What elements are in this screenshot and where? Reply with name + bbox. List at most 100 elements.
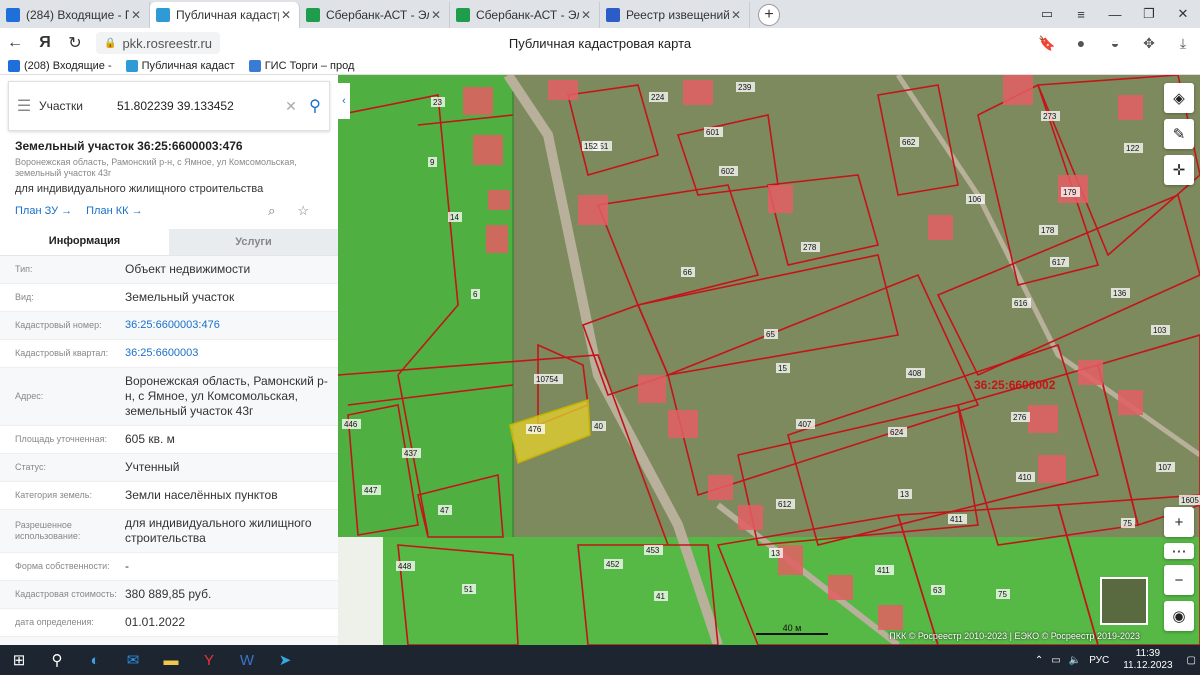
parcel-number-label: 224 [651,93,665,102]
search-input[interactable]: 51.802239 39.133452 [109,99,281,113]
parcel-number-label: 1605 [1181,496,1199,505]
clear-search-icon[interactable]: ✕ [281,98,301,115]
tab-services[interactable]: Услуги [169,229,338,255]
tab-actions-icon[interactable]: ▭ [1030,6,1064,22]
close-tab-icon[interactable]: ✕ [279,8,293,22]
browser-tab[interactable]: Сбербанк-АСТ - Электрон✕ [450,2,600,28]
zoom-in-button[interactable]: + [1164,507,1194,537]
volume-icon[interactable]: 🔈 [1069,655,1081,666]
browser-tab[interactable]: Публичная кадастрова✕ [150,2,300,28]
attribute-value[interactable]: 36:25:6600003:476 [125,318,338,333]
browser-tab[interactable]: Реестр извещений ✕ [600,2,750,28]
parcel-number-label: 447 [364,486,378,495]
parcel-number-label: 65 [766,330,775,339]
file-explorer-icon[interactable]: ▬ [152,645,190,675]
clock[interactable]: 11:39 11.12.2023 [1123,648,1172,672]
menu-burger-icon[interactable]: ☰ [9,96,39,116]
downloads-icon[interactable]: ⤓ [1166,35,1200,52]
tray-chevron-icon[interactable]: ⌃ [1035,655,1043,666]
browser-tab[interactable]: (284) Входящие - Почта М✕ [0,2,150,28]
search-on-map-icon[interactable]: ⌕ [268,203,275,219]
map-canvas[interactable]: 36:25:6600002 23914615656627627810613661… [338,75,1200,645]
parcel-number-label: 23 [433,98,442,107]
attribute-key: Разрешенное использование: [15,520,81,541]
more-options-icon[interactable]: ⋯ [1164,543,1194,560]
plan-zu-link[interactable]: План ЗУ → [15,205,72,217]
parcel-number-label: 446 [344,420,358,429]
attribute-row: Разрешенное использование: для индивидуал… [0,510,338,553]
yandex-browser-icon[interactable]: Y [190,645,228,675]
windows-taskbar: ⊞ ⚲ ◐ ✉ ▬ Y W ➤ ⌃ ▭ 🔈 РУС 11:39 11.12.20… [0,645,1200,675]
minimize-icon[interactable]: — [1098,7,1132,22]
close-tab-icon[interactable]: ✕ [429,8,443,22]
browser-tab[interactable]: Сбербанк-АСТ - Электрон✕ [300,2,450,28]
close-tab-icon[interactable]: ✕ [129,8,143,22]
parcel-number-label: 411 [950,515,963,524]
reload-icon[interactable]: ↻ [60,33,90,53]
tab-favicon-icon [156,8,170,22]
parcel-number-label: 66 [683,268,692,277]
attribute-row: Площадь уточненная: 605 кв. м [0,426,338,454]
basemap-switcher[interactable] [1100,577,1148,625]
parcel-number-label: 407 [798,420,812,429]
plan-kk-link[interactable]: План КК → [86,205,142,217]
bookmark-label: ГИС Торги – прод [264,60,355,72]
bookmark-item[interactable]: (208) Входящие - [8,60,112,72]
close-window-icon[interactable]: ✕ [1166,6,1200,22]
parcel-number-label: 602 [721,167,735,176]
protect-icon[interactable]: ◒ [1098,35,1132,51]
parcel-number-label: 14 [450,213,459,222]
search-icon[interactable]: ⚲ [301,96,329,116]
tab-label: Сбербанк-АСТ - Электрон [326,8,429,22]
windows-start-icon[interactable]: ⊞ [0,645,38,675]
attribute-key: Адрес: [15,391,44,401]
measure-ruler-icon[interactable]: ✎ [1164,119,1194,149]
yandex-icon[interactable]: Я [30,34,60,52]
close-tab-icon[interactable]: ✕ [729,8,743,22]
network-icon[interactable]: ▭ [1051,655,1060,666]
telegram-icon[interactable]: ➤ [266,645,304,675]
extensions-icon[interactable]: ✥ [1132,35,1166,52]
layers-icon[interactable]: ◈ [1164,83,1194,113]
parcel-number-label: 6 [473,290,478,299]
outlook-icon[interactable]: ✉ [114,645,152,675]
collapse-panel-button[interactable]: ‹ [338,83,350,119]
zoom-out-button[interactable]: − [1164,565,1194,595]
menu-icon[interactable]: ≡ [1064,7,1098,22]
new-tab-button[interactable]: + [758,4,780,26]
language-indicator[interactable]: РУС [1089,655,1109,666]
parcel-number-label: 106 [968,195,982,204]
maximize-icon[interactable]: ❐ [1132,6,1166,22]
tab-favicon-icon [306,8,320,22]
word-icon[interactable]: W [228,645,266,675]
attribute-key: Категория земель: [15,490,92,500]
parcel-number-label: 103 [1153,326,1167,335]
tab-favicon-icon [6,8,20,22]
favorite-star-icon[interactable]: ☆ [297,203,309,219]
parcel-number-label: 152 [584,142,598,151]
search-type-select[interactable]: Участки [39,99,109,113]
parcel-number-label: 179 [1063,188,1077,197]
url-field[interactable]: 🔒 pkk.rosreestr.ru [96,32,221,54]
edge-icon[interactable]: ◐ [76,645,114,675]
address-bar: ← Я ↻ 🔒 pkk.rosreestr.ru Публичная кадаст… [0,28,1200,58]
extension-icon[interactable]: ● [1064,35,1098,51]
parcel-number-label: 75 [1123,519,1132,528]
compass-icon[interactable]: ◉ [1164,601,1194,631]
map-zoom-controls: + ⋯ − ◉ [1164,507,1194,631]
url-text: pkk.rosreestr.ru [122,35,213,51]
locate-point-icon[interactable]: ✛ [1164,155,1194,185]
bookmark-icon[interactable]: 🔖 [1030,35,1064,52]
notifications-icon[interactable]: ▢ [1187,655,1196,666]
attribute-value: Воронежская область, Рамонский р-н, с Ям… [125,374,328,418]
tab-information[interactable]: Информация [0,229,169,255]
search-taskbar-icon[interactable]: ⚲ [38,645,76,675]
bookmark-item[interactable]: ГИС Торги – прод [248,60,355,72]
back-icon[interactable]: ← [0,34,30,52]
parcel-number-label: 13 [900,490,909,499]
cadastral-map[interactable]: 36:25:6600002 23 9 14 6 15 65 66 276 278 106 136 61… [338,75,1200,645]
map-attribution: ПКК © Росреестр 2010-2023 | ЕЭКО © Росре… [889,631,1140,641]
close-tab-icon[interactable]: ✕ [579,8,593,22]
attribute-value[interactable]: 36:25:6600003 [125,346,338,361]
bookmark-item[interactable]: Публичная кадаст [125,60,235,72]
